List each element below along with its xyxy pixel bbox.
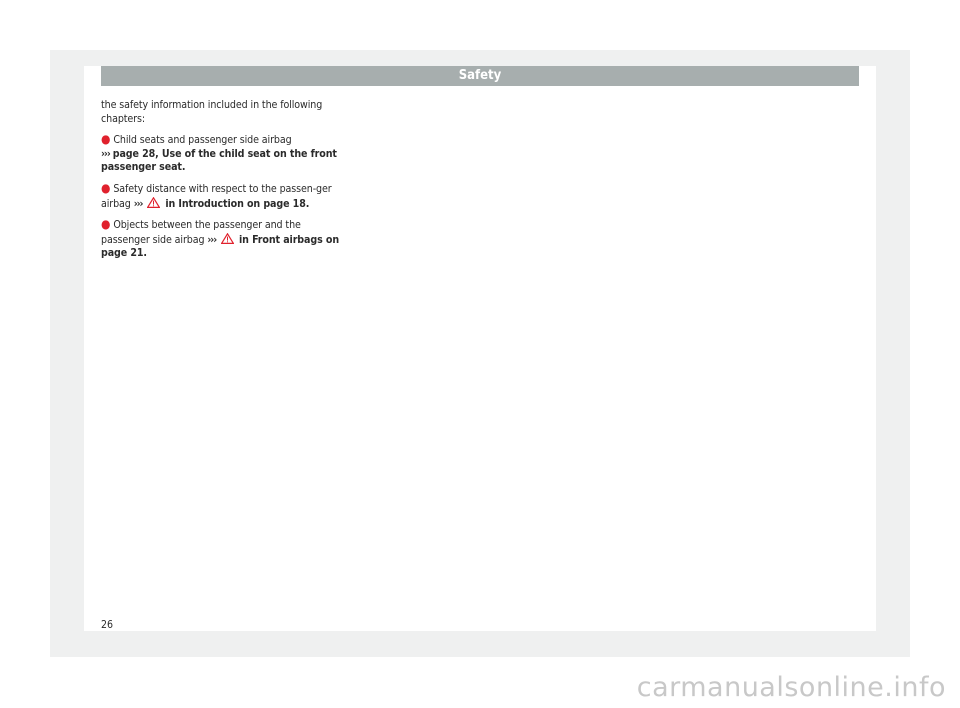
cross-reference-link[interactable]: page 28, Use of the child seat on the fr…: [101, 148, 337, 174]
bullet-icon: ●: [101, 180, 111, 195]
item-text: Child seats and passenger side airbag: [113, 134, 292, 147]
intro-text: the safety information included in the f…: [101, 99, 323, 125]
arrows-icon: ›››: [133, 197, 144, 210]
warning-icon: [221, 232, 235, 244]
warning-icon: [147, 196, 161, 208]
watermark: carmanualsonline.info: [636, 672, 946, 703]
section-header: Safety: [101, 66, 859, 86]
page-number: 26: [101, 619, 114, 631]
arrows-icon: ›››: [207, 233, 217, 246]
bullet-icon: ●: [101, 132, 111, 147]
arrows-icon: ›››: [101, 147, 111, 160]
list-item: ● Child seats and passenger side airbag ›…: [101, 132, 341, 175]
list-item: ● Safety distance with respect to the pas…: [101, 180, 341, 211]
section-title: Safety: [458, 68, 502, 83]
bullet-icon: ●: [101, 217, 111, 232]
body-text: the safety information included in the f…: [101, 99, 341, 268]
cross-reference-link[interactable]: in Introduction on page 18.: [165, 198, 309, 210]
list-item: ● Objects between the passenger and the p…: [101, 217, 341, 261]
